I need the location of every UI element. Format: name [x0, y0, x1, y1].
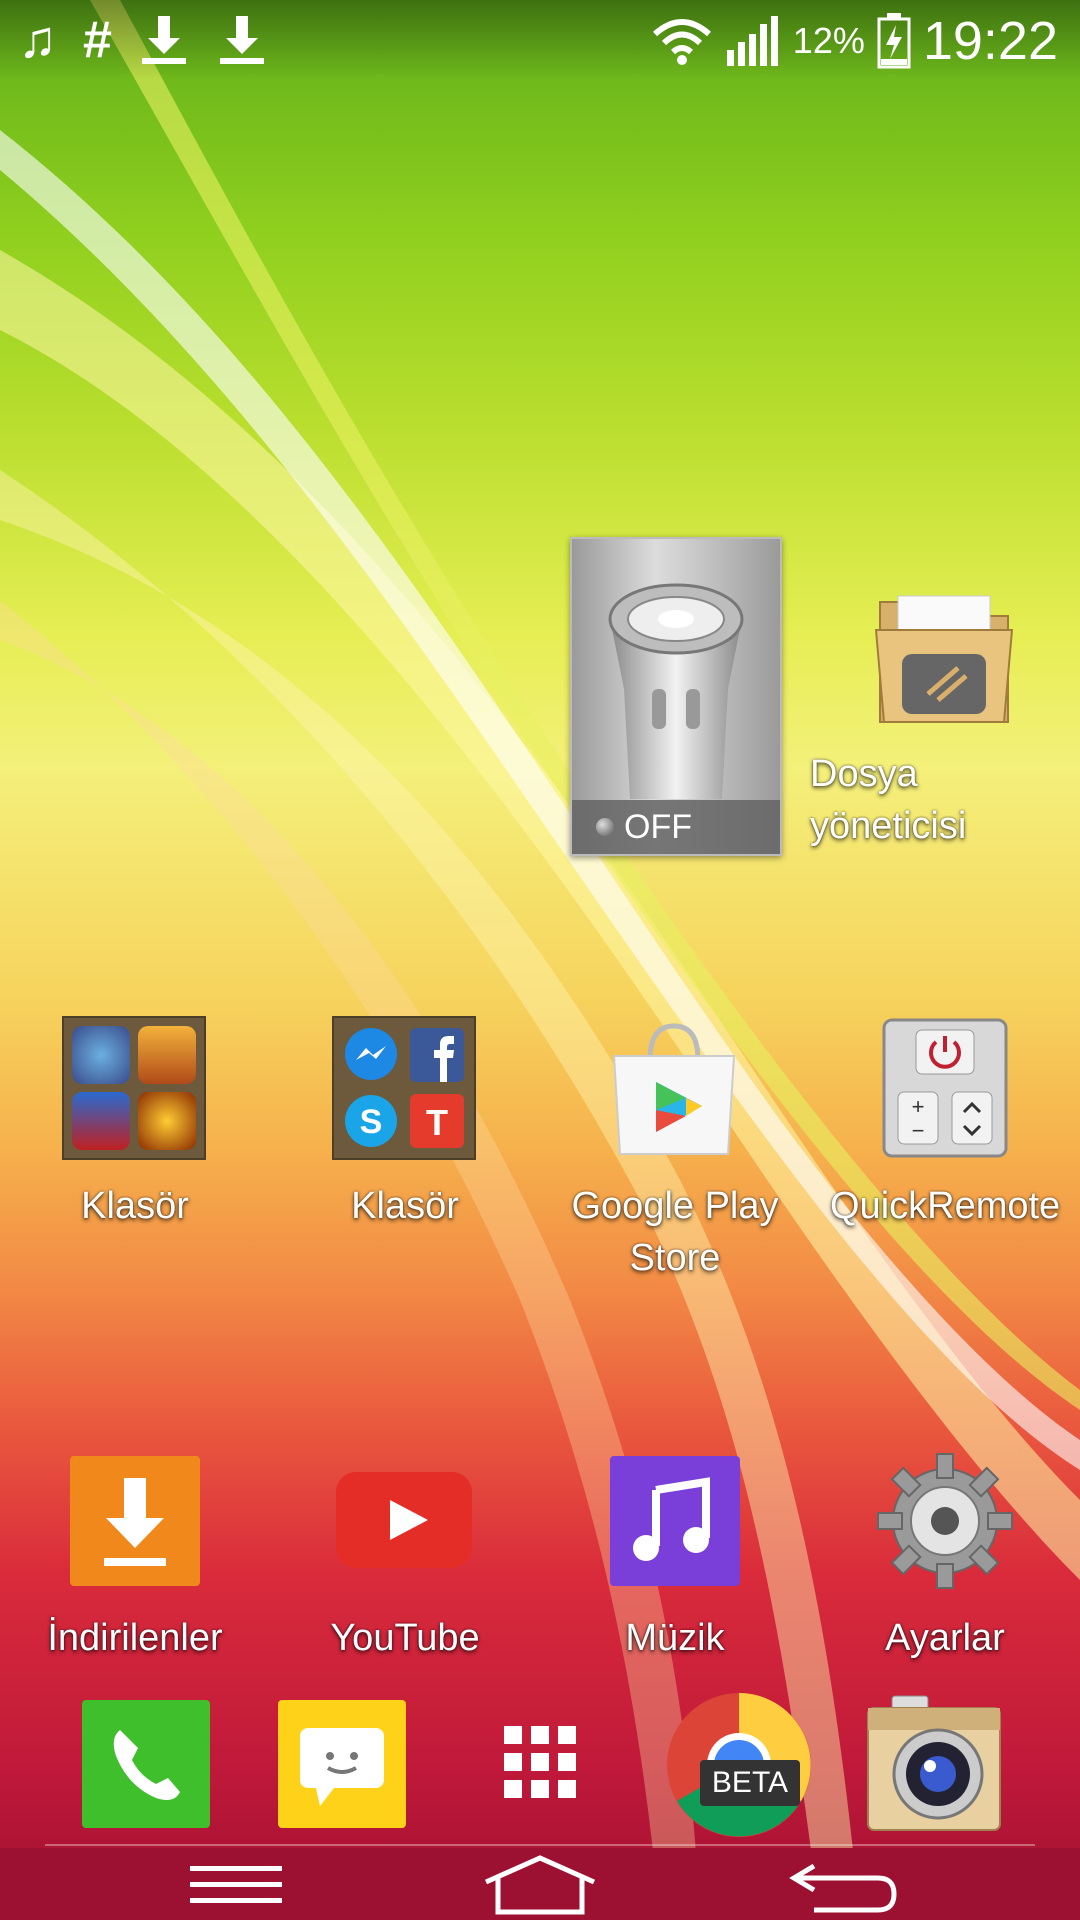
t-app-icon: T — [410, 1094, 464, 1148]
file-manager-label: Dosya yöneticisi — [810, 753, 967, 847]
chrome-beta-icon[interactable]: BETA — [664, 1690, 814, 1840]
folder-label: Klasör — [81, 1185, 189, 1227]
beta-badge: BETA — [700, 1760, 800, 1806]
skype-icon: S — [345, 1095, 397, 1147]
settings-gear-icon[interactable] — [874, 1450, 1016, 1592]
music-icon[interactable] — [608, 1454, 742, 1588]
off-indicator-icon — [596, 818, 614, 836]
svg-text:S: S — [360, 1103, 383, 1141]
settings-label: Ayarlar — [885, 1617, 1005, 1659]
home-icon — [484, 1855, 596, 1915]
quickremote-label: QuickRemote — [830, 1185, 1061, 1227]
play-store-label-line2: Store — [629, 1237, 721, 1279]
music-note-icon: ♫ — [18, 11, 57, 69]
game-app-icon — [72, 1026, 130, 1084]
home-button[interactable] — [470, 1848, 610, 1920]
youtube-label: YouTube — [330, 1617, 480, 1659]
folder-social[interactable]: S T — [332, 1016, 476, 1160]
svg-text:T: T — [426, 1102, 448, 1143]
play-store-label: Google Play Store — [560, 1180, 790, 1284]
download-icon — [141, 16, 186, 64]
facebook-icon — [410, 1028, 464, 1082]
racing-game-icon — [72, 1092, 130, 1150]
messaging-icon[interactable] — [276, 1698, 408, 1830]
notification-icons: ♫ # — [18, 10, 268, 70]
folder-games[interactable] — [62, 1016, 206, 1160]
camera-icon[interactable] — [864, 1692, 1004, 1834]
play-store-icon[interactable] — [604, 1020, 744, 1160]
play-store-label-line1: Google Play — [571, 1185, 779, 1227]
flashlight-state: OFF — [624, 808, 692, 846]
back-button[interactable] — [774, 1848, 914, 1920]
downloads-icon[interactable] — [68, 1454, 202, 1588]
youtube-icon[interactable] — [334, 1470, 474, 1570]
menu-button[interactable] — [166, 1848, 306, 1920]
download-icon — [219, 16, 264, 64]
svg-text:+: + — [912, 1094, 925, 1119]
messenger-icon — [345, 1028, 397, 1080]
game-app-icon — [138, 1026, 196, 1084]
music-label: Müzik — [625, 1617, 725, 1659]
app-drawer-icon[interactable] — [502, 1724, 578, 1800]
quickremote-icon[interactable]: + − — [880, 1016, 1010, 1160]
back-icon — [789, 1863, 897, 1913]
flashlight-toggle[interactable]: OFF — [572, 800, 780, 854]
battery-percent: 12% — [792, 20, 865, 61]
flashlight-icon — [608, 583, 744, 799]
battery-charging-icon — [877, 13, 911, 69]
phone-icon[interactable] — [80, 1698, 212, 1830]
folder-label: Klasör — [351, 1185, 459, 1227]
dock-divider — [45, 1844, 1035, 1846]
downloads-label: İndirilenler — [47, 1617, 223, 1659]
signal-icon — [726, 16, 778, 66]
wifi-icon — [652, 19, 711, 65]
flashlight-widget[interactable]: OFF — [570, 537, 782, 856]
status-bar: ♫ # 12% 19:22 — [0, 0, 1080, 80]
hashtag-icon: # — [83, 11, 112, 69]
svg-text:−: − — [912, 1118, 925, 1143]
menu-icon — [190, 1866, 282, 1903]
system-icons: 12% 19:22 — [651, 10, 1058, 72]
file-manager-icon[interactable] — [872, 582, 1016, 732]
clock: 19:22 — [922, 11, 1058, 71]
game-app-icon — [138, 1092, 196, 1150]
